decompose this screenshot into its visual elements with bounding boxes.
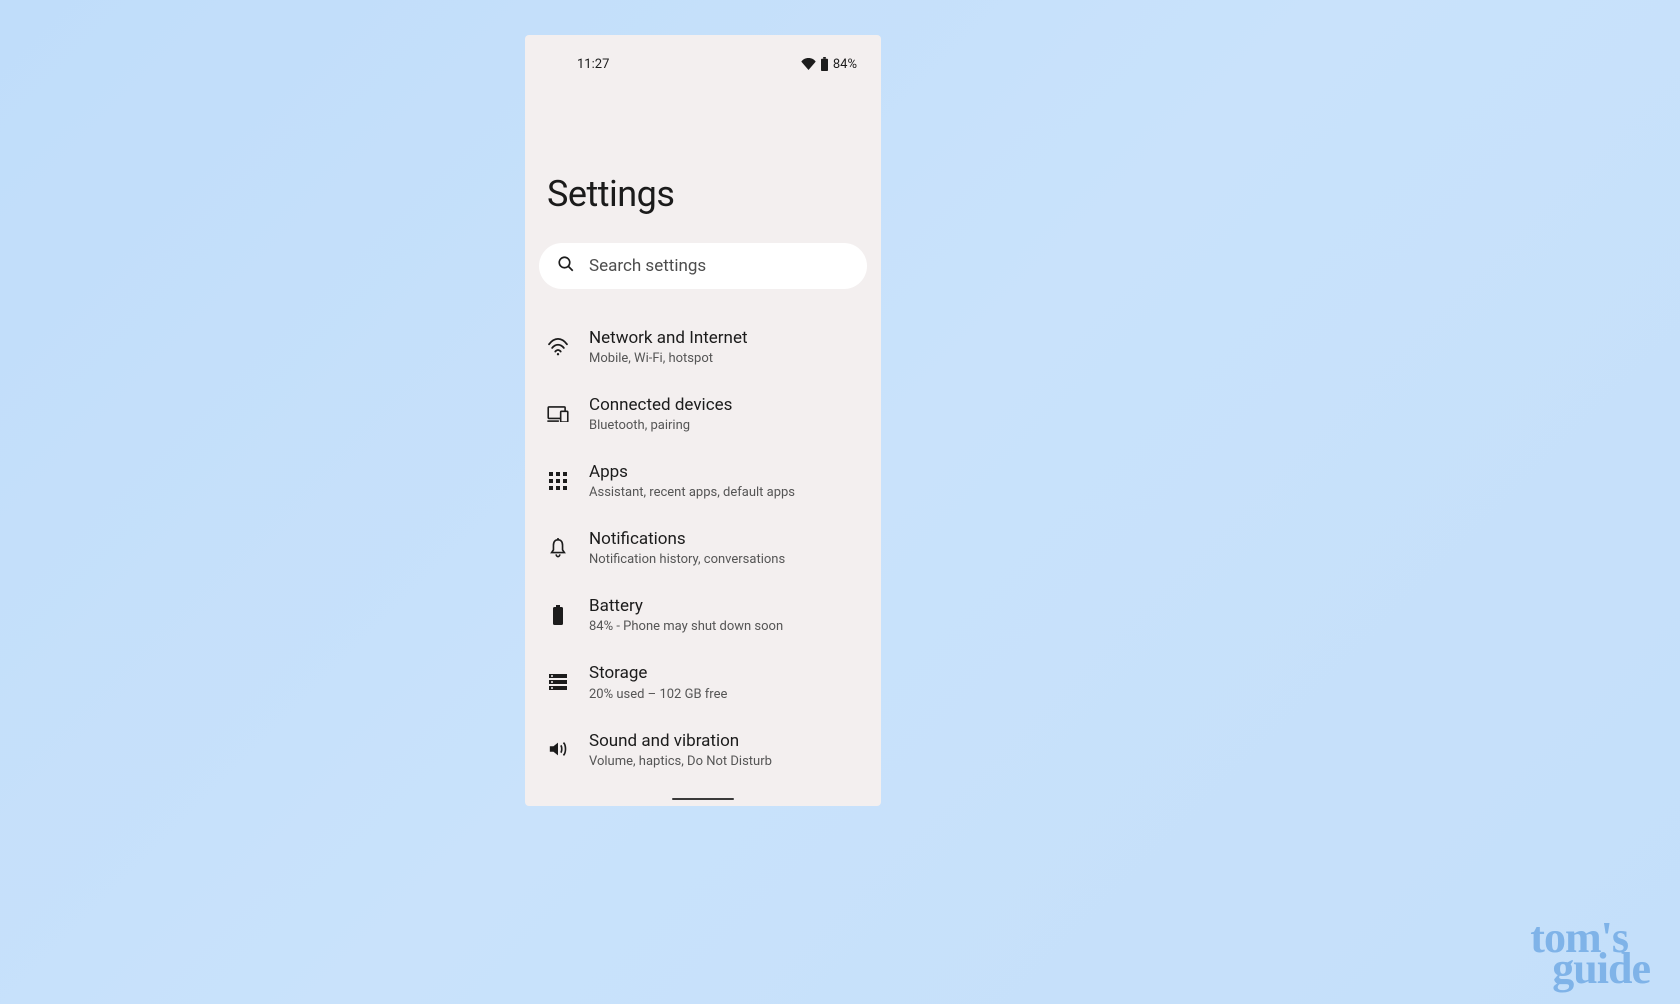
battery-icon (545, 602, 571, 628)
search-placeholder: Search settings (589, 256, 706, 276)
settings-item-sub: Bluetooth, pairing (589, 418, 865, 433)
settings-item-sub: Assistant, recent apps, default apps (589, 485, 865, 500)
settings-item-title: Battery (589, 595, 865, 617)
search-input[interactable]: Search settings (539, 243, 867, 289)
settings-item-title: Notifications (589, 528, 865, 550)
settings-item-apps[interactable]: Apps Assistant, recent apps, default app… (525, 447, 881, 514)
settings-item-title: Apps (589, 461, 865, 483)
status-battery-percent: 84% (833, 57, 857, 72)
settings-item-sub: 84% - Phone may shut down soon (589, 619, 865, 634)
settings-item-sound[interactable]: Sound and vibration Volume, haptics, Do … (525, 716, 881, 783)
settings-item-title: Network and Internet (589, 327, 865, 349)
battery-status-icon (820, 57, 829, 71)
page-title: Settings (525, 75, 881, 243)
home-indicator[interactable] (672, 798, 734, 800)
settings-item-notifications[interactable]: Notifications Notification history, conv… (525, 514, 881, 581)
status-time: 11:27 (577, 57, 609, 72)
sound-icon (545, 736, 571, 762)
status-right: 84% (801, 57, 857, 72)
bell-icon (545, 535, 571, 561)
settings-item-title: Sound and vibration (589, 730, 865, 752)
settings-item-sub: Volume, haptics, Do Not Disturb (589, 754, 865, 769)
search-icon (557, 255, 575, 277)
wifi-status-icon (801, 58, 816, 70)
apps-icon (545, 468, 571, 494)
settings-item-title: Connected devices (589, 394, 865, 416)
phone-frame: 11:27 84% Settings Search settings Netwo… (525, 35, 881, 806)
settings-item-title: Storage (589, 662, 865, 684)
settings-item-sub: Notification history, conversations (589, 552, 865, 567)
settings-item-sub: 20% used – 102 GB free (589, 687, 865, 702)
status-bar: 11:27 84% (525, 35, 881, 75)
storage-icon (545, 669, 571, 695)
settings-item-storage[interactable]: Storage 20% used – 102 GB free (525, 648, 881, 715)
watermark-line2: guide (1552, 951, 1650, 986)
settings-item-network[interactable]: Network and Internet Mobile, Wi-Fi, hots… (525, 313, 881, 380)
watermark: tom's guide (1530, 920, 1650, 986)
settings-item-devices[interactable]: Connected devices Bluetooth, pairing (525, 380, 881, 447)
devices-icon (545, 401, 571, 427)
settings-item-sub: Mobile, Wi-Fi, hotspot (589, 351, 865, 366)
settings-item-battery[interactable]: Battery 84% - Phone may shut down soon (525, 581, 881, 648)
settings-list: Network and Internet Mobile, Wi-Fi, hots… (525, 289, 881, 783)
wifi-icon (545, 334, 571, 360)
